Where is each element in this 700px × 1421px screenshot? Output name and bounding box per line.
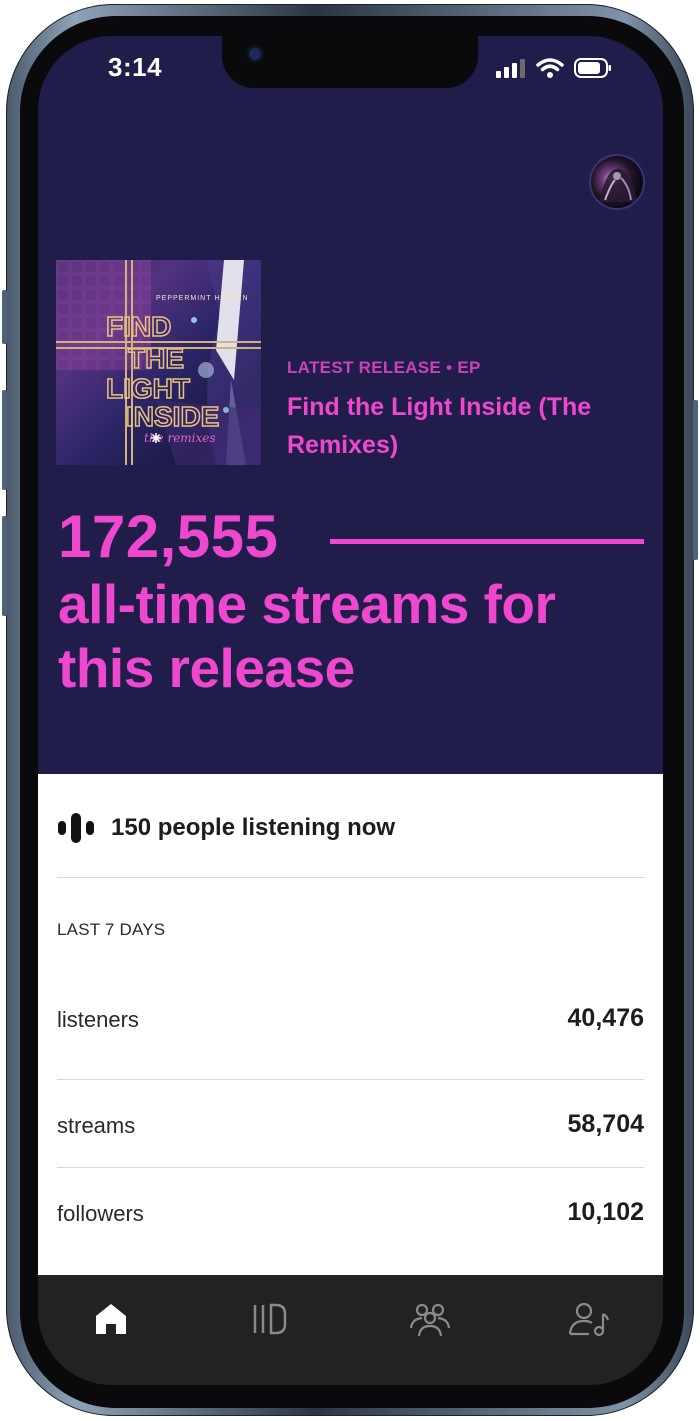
front-camera [249, 48, 261, 60]
followers-label: followers [57, 1201, 144, 1226]
stats-panel: 150 people listening now LAST 7 DAYS lis… [38, 774, 663, 1275]
music-icon [253, 1303, 287, 1335]
divider [57, 877, 644, 878]
album-artist-text: PEPPERMINT HEAVEN [156, 295, 249, 302]
app-screen: 3:14 PEPPERMINT HEAVEN FIND THE LIGHT IN… [38, 36, 663, 1385]
notch [222, 36, 478, 88]
album-title-line2: THE [128, 343, 184, 374]
battery-icon [574, 58, 611, 78]
live-listeners-icon [58, 813, 94, 843]
volume-down-button [2, 516, 7, 616]
album-art-graphic: PEPPERMINT HEAVEN FIND THE LIGHT INSIDE … [56, 260, 261, 465]
all-time-streams-label: all-time streams for this release [58, 573, 556, 699]
release-title[interactable]: Find the Light Inside (The Remixes) [287, 388, 642, 464]
listening-now-text: 150 people listening now [111, 814, 396, 841]
divider [57, 1079, 644, 1080]
all-time-streams-value: 172,555 [58, 503, 279, 570]
tab-audience[interactable] [408, 1297, 452, 1341]
silent-switch [2, 290, 7, 344]
cellular-signal-icon [496, 59, 525, 78]
album-title-line3: LIGHT [106, 373, 190, 404]
tab-profile[interactable] [567, 1297, 611, 1341]
power-button [693, 400, 698, 560]
profile-avatar[interactable] [591, 156, 643, 208]
last-7-days-label: LAST 7 DAYS [57, 920, 166, 939]
album-title-line4: INSIDE [126, 401, 219, 432]
tab-music[interactable] [248, 1297, 292, 1341]
status-time: 3:14 [108, 52, 163, 82]
volume-up-button [2, 390, 7, 490]
listeners-label: listeners [57, 1007, 139, 1032]
divider [57, 1167, 644, 1168]
home-icon [96, 1304, 126, 1334]
tab-home[interactable] [89, 1297, 133, 1341]
streams-value: 58,704 [567, 1110, 644, 1138]
listening-now-row[interactable]: 150 people listening now [57, 812, 395, 844]
album-title-line1: FIND [106, 311, 171, 342]
avatar-photo [599, 168, 637, 202]
release-meta: LATEST RELEASE • EP [287, 358, 481, 377]
streams-label: streams [57, 1113, 136, 1138]
hero-divider-line [330, 539, 644, 544]
status-icons [496, 56, 612, 80]
album-star-icon [151, 433, 161, 443]
listeners-value: 40,476 [567, 1004, 644, 1032]
album-art[interactable]: PEPPERMINT HEAVEN FIND THE LIGHT INSIDE … [56, 260, 261, 465]
wifi-icon [536, 58, 564, 78]
followers-value: 10,102 [567, 1198, 644, 1226]
profile-icon [568, 1302, 610, 1337]
audience-icon [409, 1303, 451, 1337]
bottom-tab-bar [38, 1275, 663, 1385]
